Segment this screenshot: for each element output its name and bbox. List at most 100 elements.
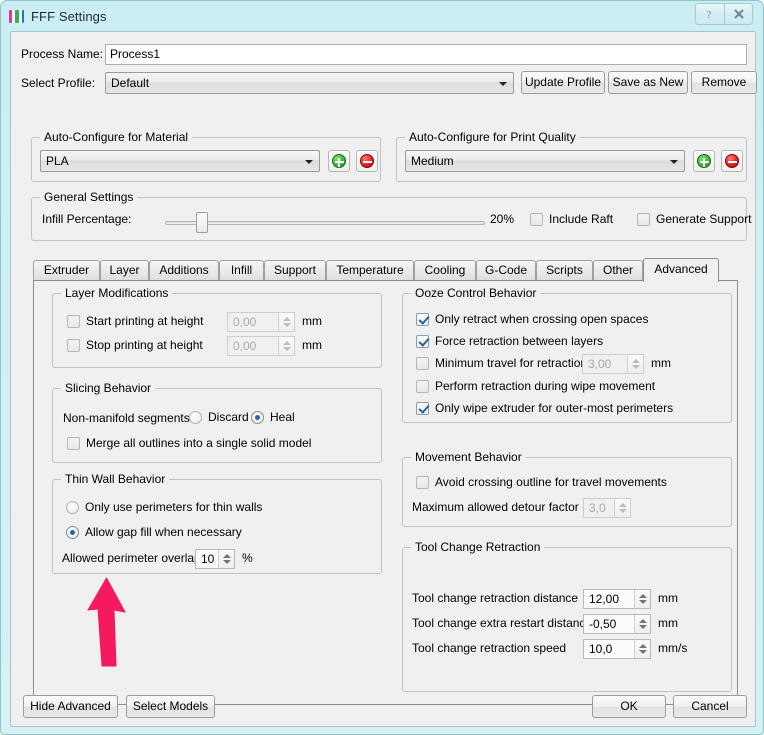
tool-change-retraction-distance-value: 12,00 xyxy=(589,592,620,606)
start-printing-at-height-checkbox[interactable]: Start printing at height xyxy=(67,314,203,328)
minimum-travel-retraction-label: Minimum travel for retraction xyxy=(435,356,588,370)
spinner-arrows-icon[interactable] xyxy=(278,337,294,355)
tab-scripts[interactable]: Scripts xyxy=(536,260,593,281)
radio-dot xyxy=(66,500,79,514)
update-profile-button[interactable]: Update Profile xyxy=(521,71,605,94)
ooze-control-behavior-group: Ooze Control Behavior Only retract when … xyxy=(402,286,732,423)
remove-quality-button[interactable] xyxy=(721,150,743,172)
process-name-input[interactable]: Process1 xyxy=(105,44,747,65)
tab-infill[interactable]: Infill xyxy=(219,260,264,281)
avoid-crossing-outline-checkbox[interactable]: Avoid crossing outline for travel moveme… xyxy=(416,475,667,489)
tool-change-extra-restart-spinner[interactable]: -0,50 xyxy=(583,614,651,634)
filament-bars-icon xyxy=(9,9,24,24)
only-retract-open-spaces-label: Only retract when crossing open spaces xyxy=(435,312,649,326)
tab-gcode[interactable]: G-Code xyxy=(476,260,536,281)
save-as-new-button[interactable]: Save as New xyxy=(608,71,688,94)
select-profile-row: Select Profile: Default Update Profile S… xyxy=(21,71,757,94)
close-button[interactable] xyxy=(724,3,753,25)
quality-combobox[interactable]: Medium xyxy=(405,150,685,172)
allowed-perimeter-overlap-unit: % xyxy=(242,551,253,565)
add-quality-button[interactable] xyxy=(693,150,715,172)
avoid-crossing-outline-label: Avoid crossing outline for travel moveme… xyxy=(435,475,667,489)
generate-support-checkbox[interactable]: Generate Support xyxy=(637,212,751,226)
tool-change-retraction-speed-spinner[interactable]: 10,0 xyxy=(583,639,651,659)
select-profile-label: Select Profile: xyxy=(21,76,96,90)
merge-outlines-label: Merge all outlines into a single solid m… xyxy=(86,436,312,450)
dialog-client-area: Process Name: Process1 Select Profile: D… xyxy=(10,31,757,727)
only-retract-open-spaces-checkbox[interactable]: Only retract when crossing open spaces xyxy=(416,312,648,326)
allow-gap-fill-radio[interactable]: Allow gap fill when necessary xyxy=(66,525,242,539)
stop-printing-at-height-checkbox[interactable]: Stop printing at height xyxy=(67,338,203,352)
spinner-arrows-icon[interactable] xyxy=(634,640,650,658)
only-wipe-outer-perimeters-checkbox[interactable]: Only wipe extruder for outer-most perime… xyxy=(416,401,673,415)
spinner-arrows-icon[interactable] xyxy=(278,313,294,331)
start-printing-height-spinner[interactable]: 0,00 xyxy=(227,312,295,332)
spinner-arrows-icon[interactable] xyxy=(627,355,643,373)
select-profile-combobox[interactable]: Default xyxy=(105,72,514,94)
include-raft-checkbox[interactable]: Include Raft xyxy=(530,212,613,226)
tab-support[interactable]: Support xyxy=(264,260,326,281)
tab-layer[interactable]: Layer xyxy=(100,260,149,281)
cancel-button[interactable]: Cancel xyxy=(673,695,747,718)
select-profile-value: Default xyxy=(111,76,150,90)
stop-printing-height-unit: mm xyxy=(302,338,322,352)
infill-percentage-value: 20% xyxy=(490,212,515,226)
stop-printing-height-spinner[interactable]: 0,00 xyxy=(227,336,295,356)
spinner-arrows-icon[interactable] xyxy=(634,615,650,633)
general-settings-group: General Settings Infill Percentage: 20% … xyxy=(31,190,751,241)
hide-advanced-button[interactable]: Hide Advanced xyxy=(23,695,118,718)
non-manifold-heal-radio[interactable]: Heal xyxy=(251,410,295,424)
material-combobox[interactable]: PLA xyxy=(40,150,320,172)
allowed-perimeter-overlap-spinner[interactable]: 10 xyxy=(195,549,235,569)
maximum-detour-factor-label: Maximum allowed detour factor xyxy=(412,500,579,514)
retraction-wipe-movement-checkbox[interactable]: Perform retraction during wipe movement xyxy=(416,379,655,393)
checkbox-box xyxy=(637,212,650,226)
window-title: FFF Settings xyxy=(31,9,107,24)
ok-button[interactable]: OK xyxy=(592,695,666,718)
title-bar: FFF Settings ? xyxy=(1,1,763,32)
tool-change-retraction-group: Tool Change Retraction Tool change retra… xyxy=(402,540,732,692)
chevron-down-icon xyxy=(305,160,313,164)
movement-behavior-title: Movement Behavior xyxy=(411,450,526,464)
tool-change-retraction-speed-value: 10,0 xyxy=(589,642,613,656)
only-wipe-outer-perimeters-label: Only wipe extruder for outer-most perime… xyxy=(435,401,674,415)
tool-change-extra-restart-label: Tool change extra restart distance xyxy=(412,616,593,630)
tab-extruder[interactable]: Extruder xyxy=(33,260,100,281)
spinner-arrows-icon[interactable] xyxy=(634,590,650,608)
checkbox-box xyxy=(67,436,80,450)
checkbox-box xyxy=(416,312,429,326)
minimum-travel-retraction-spinner[interactable]: 3,00 xyxy=(582,354,644,374)
infill-percentage-slider-thumb[interactable] xyxy=(196,212,208,233)
checkbox-box xyxy=(416,379,429,393)
general-settings-title: General Settings xyxy=(40,190,138,204)
tab-additions[interactable]: Additions xyxy=(149,260,219,281)
layer-modifications-title: Layer Modifications xyxy=(61,286,173,300)
tool-change-retraction-distance-spinner[interactable]: 12,00 xyxy=(583,589,651,609)
minimum-travel-retraction-checkbox[interactable]: Minimum travel for retraction xyxy=(416,356,587,370)
tab-other[interactable]: Other xyxy=(593,260,643,281)
tool-change-retraction-distance-unit: mm xyxy=(658,591,678,605)
merge-outlines-checkbox[interactable]: Merge all outlines into a single solid m… xyxy=(67,436,311,450)
remove-profile-button[interactable]: Remove xyxy=(691,71,757,94)
spinner-arrows-icon[interactable] xyxy=(614,499,630,517)
maximum-detour-factor-spinner[interactable]: 3,0 xyxy=(583,498,631,518)
spinner-arrows-icon[interactable] xyxy=(218,550,234,568)
tab-cooling[interactable]: Cooling xyxy=(414,260,476,281)
tool-change-retraction-speed-label: Tool change retraction speed xyxy=(412,641,567,655)
only-perimeters-thin-walls-radio[interactable]: Only use perimeters for thin walls xyxy=(66,500,262,514)
non-manifold-heal-label: Heal xyxy=(270,410,295,424)
help-button[interactable]: ? xyxy=(695,3,724,25)
tab-temperature[interactable]: Temperature xyxy=(326,260,414,281)
remove-material-button[interactable] xyxy=(356,150,378,172)
checkbox-box xyxy=(67,338,80,352)
chevron-down-icon xyxy=(670,160,678,164)
tab-advanced[interactable]: Advanced xyxy=(643,258,719,282)
infill-percentage-slider-track[interactable] xyxy=(165,221,485,225)
ooze-control-behavior-title: Ooze Control Behavior xyxy=(411,286,541,300)
add-material-button[interactable] xyxy=(328,150,350,172)
force-retraction-layers-checkbox[interactable]: Force retraction between layers xyxy=(416,334,603,348)
non-manifold-discard-radio[interactable]: Discard xyxy=(189,410,249,424)
select-models-button[interactable]: Select Models xyxy=(126,695,215,718)
layer-modifications-group: Layer Modifications Start printing at he… xyxy=(52,286,382,368)
checkbox-box xyxy=(416,356,429,370)
